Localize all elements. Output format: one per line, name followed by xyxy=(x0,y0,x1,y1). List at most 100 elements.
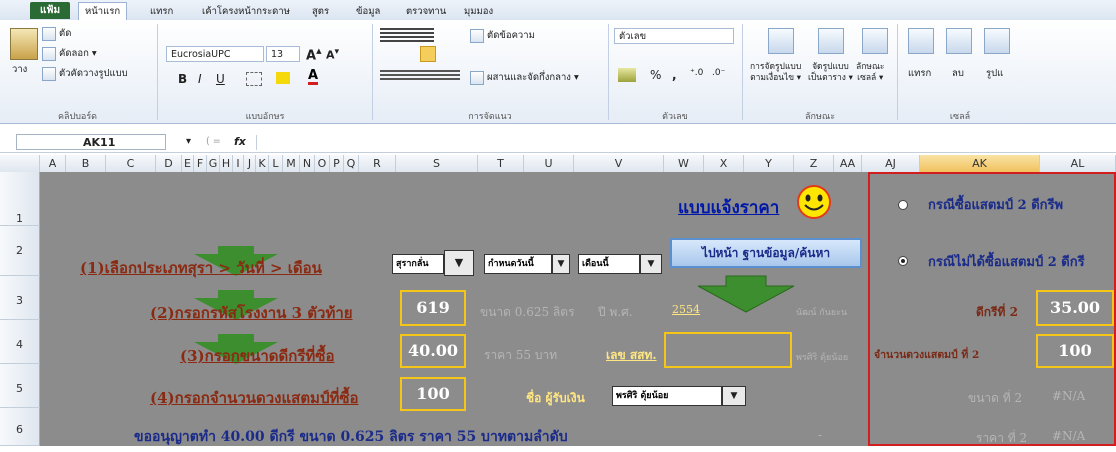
row-header[interactable]: 2 xyxy=(0,226,40,276)
option-2-label[interactable]: กรณีไม่ได้ซื้อแสตมป์ 2 ดีกรี xyxy=(928,251,1085,272)
bold-button[interactable]: B xyxy=(178,72,187,86)
column-header[interactable]: AA xyxy=(834,155,862,172)
align-bottom-icon[interactable] xyxy=(420,46,436,62)
tab-formulas[interactable]: สูตร xyxy=(306,3,335,20)
paste-icon[interactable] xyxy=(10,28,38,60)
column-header[interactable]: N xyxy=(300,155,315,172)
format-cells-button[interactable]: รูปแ xyxy=(986,66,1003,81)
merge-center-button[interactable]: ผสานและจัดกึ่งกลาง ▾ xyxy=(470,70,579,85)
delete-cells-icon[interactable] xyxy=(946,28,972,54)
column-header[interactable]: J xyxy=(244,155,256,172)
month-dropdown[interactable]: เดือนนี้ xyxy=(578,254,640,274)
column-header[interactable]: R xyxy=(359,155,396,172)
tab-page-layout[interactable]: เค้าโครงหน้ากระดาษ xyxy=(196,3,296,20)
column-header[interactable]: U xyxy=(524,155,574,172)
row-header[interactable]: 4 xyxy=(0,320,40,364)
format-painter-button[interactable]: ตัวคัดวางรูปแบบ xyxy=(42,66,128,81)
column-header[interactable]: H xyxy=(220,155,233,172)
tab-insert[interactable]: แทรก xyxy=(144,3,179,20)
column-header[interactable]: Z xyxy=(794,155,834,172)
option-1-label[interactable]: กรณีซื้อแสตมป์ 2 ดีกรีพ xyxy=(928,194,1063,215)
conditional-format-icon[interactable] xyxy=(768,28,794,54)
insert-cells-icon[interactable] xyxy=(908,28,934,54)
tab-file[interactable]: แฟ้ม xyxy=(30,2,70,19)
column-header[interactable]: L xyxy=(269,155,283,172)
tab-home[interactable]: หน้าแรก xyxy=(78,2,128,20)
format-as-table-button[interactable]: จัดรูปแบบ เป็นตาราง ▾ xyxy=(808,62,853,84)
column-header-selected[interactable]: AK xyxy=(920,155,1040,172)
column-header[interactable]: T xyxy=(478,155,524,172)
date-dropdown-button[interactable]: ▼ xyxy=(552,254,570,274)
column-header[interactable]: W xyxy=(664,155,704,172)
column-header[interactable]: G xyxy=(207,155,220,172)
fill-color-icon[interactable] xyxy=(276,72,290,84)
column-header[interactable]: Y xyxy=(744,155,794,172)
cell-styles-button[interactable]: ลักษณะ เซลล์ ▾ xyxy=(856,62,884,84)
degree-input[interactable]: 40.00 xyxy=(400,334,466,368)
option-2-radio-selected[interactable] xyxy=(898,256,908,266)
column-header[interactable]: AJ xyxy=(862,155,920,172)
comma-button[interactable]: , xyxy=(672,68,677,82)
column-header[interactable]: S xyxy=(396,155,478,172)
column-header[interactable]: Q xyxy=(344,155,359,172)
percent-button[interactable]: % xyxy=(650,68,661,82)
column-header[interactable]: AL xyxy=(1040,155,1116,172)
column-header[interactable]: D xyxy=(156,155,182,172)
payee-dropdown-button[interactable]: ▼ xyxy=(722,386,746,406)
column-header[interactable]: C xyxy=(106,155,156,172)
increase-decimal-icon[interactable]: ⁺.0 xyxy=(690,68,703,78)
degree-2-input[interactable]: 35.00 xyxy=(1036,290,1114,326)
stamps-input[interactable]: 100 xyxy=(400,377,466,411)
tab-review[interactable]: ตรวจทาน xyxy=(400,3,452,20)
payee-dropdown[interactable]: พรศิริ ดุ้ยน้อย xyxy=(612,386,722,406)
currency-icon[interactable] xyxy=(618,68,636,82)
name-box[interactable]: AK11 xyxy=(16,134,166,150)
form-title-link[interactable]: แบบแจ้งราคา xyxy=(678,194,779,221)
option-1-radio[interactable] xyxy=(898,200,908,210)
format-cells-icon[interactable] xyxy=(984,28,1010,54)
shrink-font-button[interactable]: A▾ xyxy=(326,46,339,62)
row-header[interactable]: 1 xyxy=(0,172,40,226)
format-as-table-icon[interactable] xyxy=(818,28,844,54)
column-header[interactable]: M xyxy=(283,155,300,172)
conditional-format-button[interactable]: การจัดรูปแบบ ตามเงื่อนไข ▾ xyxy=(750,62,801,84)
tab-view[interactable]: มุมมอง xyxy=(458,3,499,20)
tax-no-input[interactable] xyxy=(664,332,792,368)
column-header[interactable]: I xyxy=(233,155,244,172)
column-header[interactable]: O xyxy=(315,155,330,172)
wrap-text-button[interactable]: ตัดข้อความ xyxy=(470,28,535,43)
month-dropdown-button[interactable]: ▼ xyxy=(640,254,662,274)
date-dropdown[interactable]: กำหนดวันนี้ xyxy=(484,254,552,274)
function-icon[interactable]: fx xyxy=(234,135,246,148)
font-name-combo[interactable]: EucrosiaUPC xyxy=(166,46,264,62)
copy-button[interactable]: คัดลอก ▾ xyxy=(42,46,97,61)
select-all-corner[interactable] xyxy=(0,155,40,172)
liquor-type-dropdown-button[interactable]: ▼ xyxy=(444,250,474,276)
align-lines-icon[interactable] xyxy=(380,28,434,42)
font-size-combo[interactable]: 13 xyxy=(266,46,300,62)
goto-database-button[interactable]: ไปหน้า ฐานข้อมูล/ค้นหา xyxy=(670,238,862,268)
insert-cells-button[interactable]: แทรก xyxy=(908,66,931,81)
italic-button[interactable]: I xyxy=(198,72,202,86)
cut-button[interactable]: ตัด xyxy=(42,26,71,41)
decrease-decimal-icon[interactable]: .0⁻ xyxy=(712,68,725,78)
column-header[interactable]: B xyxy=(66,155,106,172)
paste-button[interactable]: วาง xyxy=(12,62,27,77)
tab-data[interactable]: ข้อมูล xyxy=(350,3,386,20)
row-header[interactable]: 6 xyxy=(0,408,40,446)
formula-input[interactable] xyxy=(256,135,1115,150)
stamps-2-input[interactable]: 100 xyxy=(1036,334,1114,368)
cell-styles-icon[interactable] xyxy=(862,28,888,54)
row-header[interactable]: 3 xyxy=(0,276,40,320)
column-header[interactable]: V xyxy=(574,155,664,172)
align-row-icon[interactable] xyxy=(380,70,460,82)
column-header[interactable]: P xyxy=(330,155,344,172)
grow-font-button[interactable]: A▴ xyxy=(306,44,322,63)
row-header[interactable]: 5 xyxy=(0,364,40,408)
liquor-type-dropdown[interactable]: สุรากลั่น xyxy=(392,254,444,274)
font-color-icon[interactable]: A xyxy=(308,69,319,85)
column-header[interactable]: X xyxy=(704,155,744,172)
underline-button[interactable]: U xyxy=(216,72,225,86)
column-header[interactable]: F xyxy=(194,155,207,172)
column-header[interactable]: K xyxy=(256,155,269,172)
